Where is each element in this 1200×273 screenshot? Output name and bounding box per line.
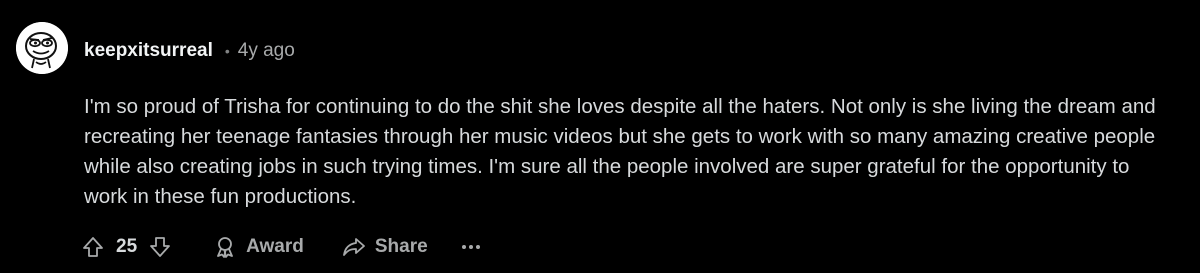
award-ribbon-icon xyxy=(217,237,234,258)
username-link[interactable]: keepxitsurreal xyxy=(84,40,213,62)
ellipsis-icon xyxy=(461,245,466,249)
vote-count: 25 xyxy=(116,236,138,257)
downvote-button[interactable] xyxy=(145,232,175,262)
comment-header: keepxitsurreal • 4y ago xyxy=(84,38,295,64)
comment: keepxitsurreal • 4y ago I'm so proud of … xyxy=(0,0,1200,273)
share-arrow-icon xyxy=(342,238,365,256)
award-label: Award xyxy=(246,236,304,257)
upvote-button[interactable] xyxy=(78,232,108,262)
upvote-arrow-icon xyxy=(83,237,103,257)
timestamp[interactable]: 4y ago xyxy=(238,40,295,62)
action-bar: 25 Award Share xyxy=(78,230,480,264)
avatar[interactable] xyxy=(16,22,68,74)
downvote-arrow-icon xyxy=(150,237,171,257)
comment-body: I'm so proud of Trisha for continuing to… xyxy=(84,95,1156,208)
more-options-button[interactable] xyxy=(461,232,480,262)
snoo-avatar-icon xyxy=(16,22,68,74)
share-button[interactable]: Share xyxy=(342,235,428,259)
share-label: Share xyxy=(374,236,428,257)
meta-separator: • xyxy=(224,43,230,59)
award-button[interactable]: Award xyxy=(213,235,304,259)
